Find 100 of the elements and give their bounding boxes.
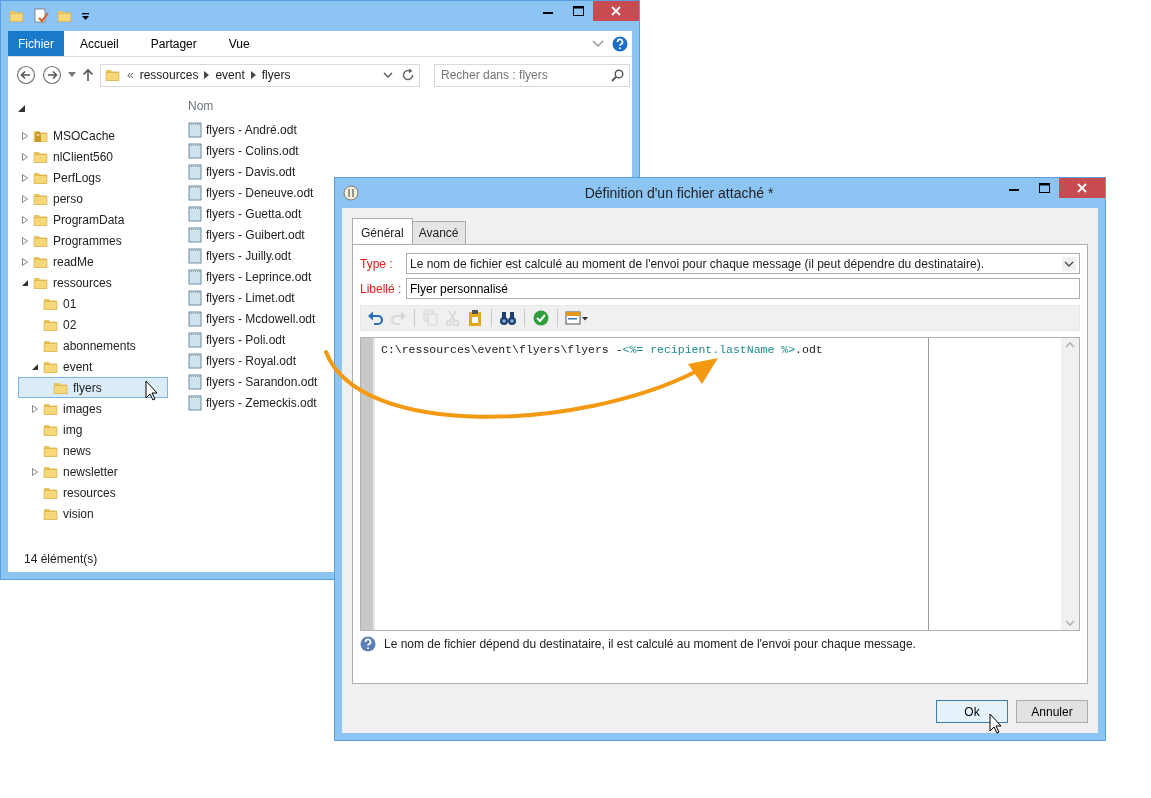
close-button[interactable] xyxy=(593,1,639,21)
address-bar[interactable]: « ressources event flyers xyxy=(100,63,420,87)
back-icon[interactable] xyxy=(16,65,36,85)
breadcrumb[interactable]: flyers xyxy=(261,66,291,84)
document-icon xyxy=(188,310,202,327)
maximize-icon xyxy=(572,6,584,16)
help-text: Le nom de fichier dépend du destinataire, il est calculé au moment de l'envoi pour chaque message. xyxy=(384,636,916,653)
search-field[interactable]: Recher dans : flyers xyxy=(434,63,630,87)
breadcrumb[interactable]: ressources xyxy=(139,66,199,84)
tree-item[interactable]: PerfLogs xyxy=(18,167,168,188)
help-icon[interactable] xyxy=(612,35,628,52)
file-name[interactable]: flyers - Zemeckis.odt xyxy=(206,393,317,412)
tree-item[interactable]: 02 xyxy=(18,314,168,335)
chevron-right-icon[interactable] xyxy=(204,71,210,79)
dialog-button[interactable]: Annuler xyxy=(1016,700,1088,723)
file-name[interactable]: flyers - Mcdowell.odt xyxy=(206,309,316,328)
tree-item[interactable]: Programmes xyxy=(18,230,168,251)
tree-item[interactable]: event xyxy=(18,356,168,377)
properties-icon[interactable] xyxy=(33,8,49,24)
tree-item[interactable]: MSOCache xyxy=(18,125,168,146)
clipboard-icon[interactable] xyxy=(466,309,484,327)
mouse-pointer-icon xyxy=(145,380,158,401)
file-name[interactable]: flyers - Limet.odt xyxy=(206,288,295,307)
undo-icon[interactable] xyxy=(367,309,385,327)
tree-item[interactable]: abonnements xyxy=(18,335,168,356)
tab[interactable]: Général xyxy=(352,218,413,245)
file-tab[interactable]: Fichier xyxy=(8,31,64,56)
collapsed-arrow-icon[interactable] xyxy=(21,173,29,182)
tree-item[interactable]: vision xyxy=(18,503,168,524)
collapsed-arrow-icon[interactable] xyxy=(21,131,29,140)
file-name[interactable]: flyers - Leprince.odt xyxy=(206,267,312,286)
document-icon xyxy=(188,205,202,222)
tree-item[interactable]: resources xyxy=(18,482,168,503)
expanded-arrow-icon[interactable] xyxy=(31,362,39,371)
collapsed-arrow-icon[interactable] xyxy=(21,236,29,245)
document-icon xyxy=(188,247,202,264)
column-header[interactable]: Nom xyxy=(188,97,632,115)
chevron-down-icon[interactable] xyxy=(383,71,393,79)
tree-item[interactable]: images xyxy=(18,398,168,419)
window-dropdown-icon[interactable] xyxy=(565,309,589,327)
status-text: 14 élément(s) xyxy=(23,551,99,568)
tree-item[interactable]: nlClient560 xyxy=(18,146,168,167)
breadcrumb[interactable]: event xyxy=(215,66,245,84)
caret-icon[interactable] xyxy=(81,11,90,21)
file-name[interactable]: flyers - Poli.odt xyxy=(206,330,286,349)
tree-item[interactable]: ProgramData xyxy=(18,209,168,230)
expanded-arrow-icon[interactable] xyxy=(18,105,25,113)
collapsed-arrow-icon[interactable] xyxy=(21,152,29,161)
collapsed-arrow-icon[interactable] xyxy=(31,467,39,476)
tree-item[interactable]: newsletter xyxy=(18,461,168,482)
file-name[interactable]: flyers - Royal.odt xyxy=(206,351,297,370)
binoculars-icon[interactable] xyxy=(499,309,517,327)
collapsed-arrow-icon[interactable] xyxy=(21,215,29,224)
close-icon xyxy=(611,6,621,16)
maximize-icon xyxy=(1038,183,1050,193)
tree-item[interactable]: news xyxy=(18,440,168,461)
field-label: Type : xyxy=(360,255,394,273)
up-arrow-icon[interactable] xyxy=(82,68,94,82)
tab[interactable]: Avancé xyxy=(411,221,466,244)
tree-item[interactable]: ressources xyxy=(18,272,168,293)
ribbon-tab[interactable]: Partager xyxy=(142,34,205,53)
file-name[interactable]: flyers - André.odt xyxy=(206,120,297,139)
tree-item[interactable]: readMe xyxy=(18,251,168,272)
file-name[interactable]: flyers - Sarandon.odt xyxy=(206,372,318,391)
label-field[interactable]: Flyer personnalisé xyxy=(406,278,1080,299)
document-icon xyxy=(188,289,202,306)
collapsed-arrow-icon[interactable] xyxy=(31,404,39,413)
mouse-pointer-icon xyxy=(989,713,1002,734)
expanded-arrow-icon[interactable] xyxy=(21,278,29,287)
type-dropdown[interactable]: Le nom de fichier est calculé au moment de l'envoi pour chaque message (il peut dépendre du destinataire). xyxy=(406,253,1080,274)
tree-item[interactable]: perso xyxy=(18,188,168,209)
file-name[interactable]: flyers - Colins.odt xyxy=(206,141,299,160)
collapsed-arrow-icon[interactable] xyxy=(21,257,29,266)
file-name[interactable]: flyers - Deneuve.odt xyxy=(206,183,314,202)
document-icon xyxy=(188,142,202,159)
document-icon xyxy=(188,163,202,180)
file-name[interactable]: flyers - Guibert.odt xyxy=(206,225,305,244)
tree-item[interactable]: flyers xyxy=(18,377,168,398)
collapsed-arrow-icon[interactable] xyxy=(21,194,29,203)
dialog-button[interactable]: Ok xyxy=(936,700,1008,723)
ribbon-tab[interactable]: Accueil xyxy=(72,34,127,53)
document-icon xyxy=(188,184,202,201)
document-icon xyxy=(188,331,202,348)
chevron-right-icon[interactable] xyxy=(250,71,256,79)
overflow-chevron[interactable]: « xyxy=(127,66,134,84)
chevron-down-icon xyxy=(1062,256,1076,271)
file-name[interactable]: flyers - Davis.odt xyxy=(206,162,296,181)
app-logo-icon xyxy=(343,185,359,201)
document-icon xyxy=(188,373,202,390)
tree-item[interactable]: img xyxy=(18,419,168,440)
file-name[interactable]: flyers - Juilly.odt xyxy=(206,246,292,265)
refresh-icon[interactable] xyxy=(401,68,415,82)
scrollbar[interactable] xyxy=(1061,338,1079,630)
ribbon-tab[interactable]: Vue xyxy=(220,34,258,53)
file-name[interactable]: flyers - Guetta.odt xyxy=(206,204,302,223)
check-circle-icon[interactable] xyxy=(532,309,550,327)
tree-item[interactable]: 01 xyxy=(18,293,168,314)
close-button[interactable] xyxy=(1059,178,1105,198)
document-icon xyxy=(188,352,202,369)
forward-icon[interactable] xyxy=(42,65,62,85)
